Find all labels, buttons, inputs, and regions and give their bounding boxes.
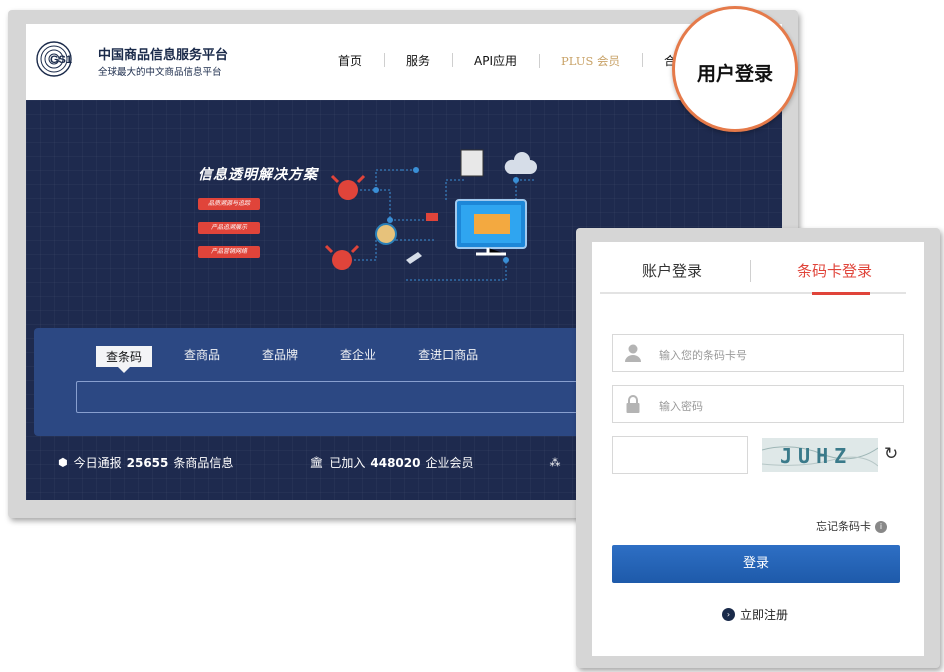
register-link[interactable]: › 立即注册 (722, 606, 788, 623)
stat-prefix: 今日通报 (73, 456, 122, 470)
captcha-image[interactable]: JUHZ (762, 438, 878, 472)
stat-value: 25655 (126, 455, 169, 470)
tab-divider (750, 260, 751, 282)
cluster-icon: ⁂ (549, 456, 561, 469)
crab-icon-2 (324, 244, 360, 270)
stat-suffix: 企业会员 (425, 456, 474, 470)
nav-item-services[interactable]: 服务 (384, 52, 452, 69)
hero-tag-traceability[interactable]: 品质溯源与追踪 (198, 198, 260, 210)
user-icon (625, 344, 641, 362)
stat-third: ⁂ (550, 454, 567, 471)
search-tab-product[interactable]: 查商品 (184, 346, 220, 367)
hero-tag-display[interactable]: 产品追溯展示 (198, 222, 260, 234)
search-tabs: 查条码 查商品 查品牌 查企业 查进口商品 (96, 346, 520, 373)
barcode-card-placeholder: 输入您的条码卡号 (659, 349, 747, 362)
nav-item-plus-member[interactable]: PLUS 会员 (539, 53, 642, 69)
stat-members: 🏛 已加入 448020 企业会员 (309, 454, 473, 471)
register-label: 立即注册 (740, 608, 789, 622)
brand-title: 中国商品信息服务平台 (98, 48, 229, 63)
search-input[interactable] (76, 381, 636, 413)
forgot-label: 忘记条码卡 (816, 520, 871, 533)
cloud-icon (504, 152, 537, 174)
gs1-logo[interactable]: GS1 (36, 38, 84, 80)
crab-icon (330, 174, 366, 200)
cube-icon: ⬢ (58, 456, 68, 469)
search-tab-company[interactable]: 查企业 (340, 346, 376, 367)
nav-item-api[interactable]: API应用 (452, 52, 539, 69)
callout-text[interactable]: 用户登录 (675, 59, 795, 86)
plane-icon (406, 252, 422, 264)
refresh-icon[interactable]: ↻ (884, 444, 898, 464)
document-icon (460, 149, 484, 177)
truck-icon (426, 213, 438, 221)
stats-bar: ⬢ 今日通报 25655 条商品信息 🏛 已加入 448020 企业会员 ⁂ (58, 454, 643, 471)
arrow-right-icon: › (722, 608, 735, 621)
top-nav: 首页 服务 API应用 PLUS 会员 合作通 (316, 52, 722, 69)
login-button[interactable]: 登录 (612, 545, 900, 583)
stat-today-reports: ⬢ 今日通报 25655 条商品信息 (58, 454, 233, 471)
captcha-input[interactable] (612, 436, 748, 474)
lock-icon (626, 395, 640, 413)
hero-illustration (324, 149, 537, 281)
active-tab-underline (812, 292, 870, 295)
nav-item-home[interactable]: 首页 (316, 52, 384, 69)
brand-subtitle: 全球最大的中文商品信息平台 (98, 67, 222, 78)
stat-prefix: 已加入 (329, 456, 366, 470)
logo-text: GS1 (50, 54, 72, 66)
password-placeholder: 输入密码 (659, 400, 703, 413)
tab-barcode-login[interactable]: 条码卡登录 (797, 260, 872, 281)
hero-title: 信息透明解决方案 (198, 167, 318, 183)
site-header: GS1 中国商品信息服务平台 全球最大的中文商品信息平台 首页 服务 API应用… (26, 24, 782, 100)
login-callout: 用户登录 (672, 6, 798, 132)
info-icon: i (875, 521, 887, 533)
hero-tag-marketing[interactable]: 产品营销网络 (198, 246, 260, 258)
globe-icon (375, 223, 397, 245)
password-field[interactable]: 输入密码 (612, 385, 904, 423)
stat-value: 448020 (370, 455, 421, 470)
captcha-text: JUHZ (780, 444, 852, 468)
barcode-card-field[interactable]: 输入您的条码卡号 (612, 334, 904, 372)
bank-icon: 🏛 (309, 456, 324, 469)
search-tab-brand[interactable]: 查品牌 (262, 346, 298, 367)
search-tab-import[interactable]: 查进口商品 (418, 346, 478, 367)
login-tabs: 账户登录 条码卡登录 (600, 242, 906, 295)
login-card: 账户登录 条码卡登录 输入您的条码卡号 输入密码 JUHZ ↻ 忘记条码卡 i … (592, 242, 924, 656)
forgot-barcode-card-link[interactable]: 忘记条码卡 i (816, 518, 887, 534)
stat-suffix: 条商品信息 (173, 456, 234, 470)
tab-account-login[interactable]: 账户登录 (642, 260, 702, 281)
search-tab-barcode[interactable]: 查条码 (96, 346, 153, 373)
login-popup-frame: 账户登录 条码卡登录 输入您的条码卡号 输入密码 JUHZ ↻ 忘记条码卡 i … (576, 228, 940, 668)
